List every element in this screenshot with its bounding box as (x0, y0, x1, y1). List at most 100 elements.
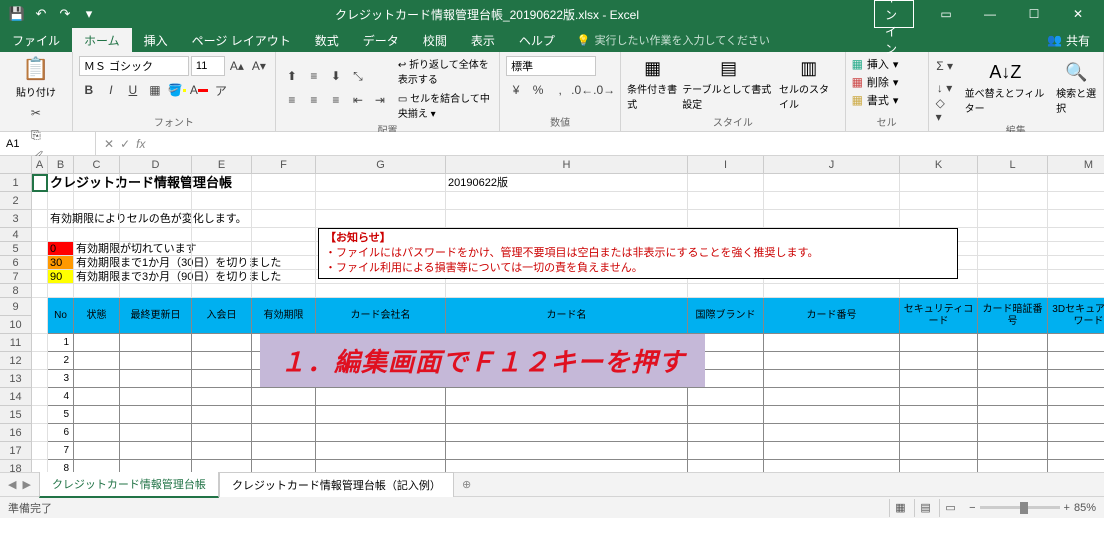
cell[interactable] (1048, 228, 1104, 242)
cell[interactable] (48, 284, 74, 298)
table-row-no[interactable]: 8 (48, 460, 74, 472)
col-head-E[interactable]: E (192, 156, 252, 174)
table-cell[interactable] (192, 388, 252, 406)
cell[interactable] (1048, 270, 1104, 284)
merge-cells[interactable]: ▭ セルを結合して中央揃え ▾ (398, 90, 493, 120)
table-header[interactable]: 最終更新日 (120, 298, 192, 334)
table-row-no[interactable]: 2 (48, 352, 74, 370)
table-cell[interactable] (978, 388, 1048, 406)
table-cell[interactable] (120, 334, 192, 352)
table-cell[interactable] (978, 424, 1048, 442)
table-cell[interactable] (1048, 406, 1104, 424)
table-cell[interactable] (900, 424, 978, 442)
table-cell[interactable] (688, 460, 764, 472)
table-cell[interactable] (252, 460, 316, 472)
table-cell[interactable] (252, 442, 316, 460)
table-header[interactable]: 国際ブランド (688, 298, 764, 334)
col-head-A[interactable]: A (32, 156, 48, 174)
table-cell[interactable] (1048, 370, 1104, 388)
cell[interactable] (1048, 284, 1104, 298)
table-cell[interactable] (316, 442, 446, 460)
table-cell[interactable] (1048, 352, 1104, 370)
cell[interactable] (688, 192, 764, 210)
tab-data[interactable]: データ (351, 28, 411, 52)
spreadsheet-grid[interactable]: ABCDEFGHIJKLMNOP 12345678910111213141516… (0, 156, 1104, 472)
col-head-B[interactable]: B (48, 156, 74, 174)
table-cell[interactable] (446, 460, 688, 472)
cell[interactable] (192, 192, 252, 210)
number-format-input[interactable] (506, 56, 596, 76)
table-header[interactable]: 入会日 (192, 298, 252, 334)
cell[interactable]: 有効期限まで1か月（30日）を切りました (74, 256, 120, 270)
table-cell[interactable] (900, 370, 978, 388)
table-cell[interactable] (764, 424, 900, 442)
tab-formulas[interactable]: 数式 (303, 28, 351, 52)
cell[interactable] (32, 284, 48, 298)
cell[interactable] (978, 242, 1048, 256)
cell[interactable] (32, 228, 48, 242)
cell[interactable] (764, 210, 900, 228)
cell[interactable] (688, 284, 764, 298)
table-cell[interactable] (120, 370, 192, 388)
row-head-3[interactable]: 3 (0, 210, 32, 228)
cell[interactable] (446, 284, 688, 298)
cell[interactable] (764, 192, 900, 210)
table-cell[interactable] (978, 442, 1048, 460)
indent-increase-icon[interactable]: ⇥ (370, 90, 390, 110)
cell[interactable] (120, 210, 192, 228)
col-head-J[interactable]: J (764, 156, 900, 174)
table-cell[interactable] (192, 460, 252, 472)
table-header[interactable]: No (48, 298, 74, 334)
table-cell[interactable] (120, 460, 192, 472)
share-button[interactable]: 👥共有 (1033, 28, 1104, 52)
cell[interactable] (32, 424, 48, 442)
cell[interactable]: 20190622版 (446, 174, 688, 192)
sort-filter[interactable]: A↓Z並べ替えとフィルター (965, 62, 1047, 115)
cell[interactable]: 有効期限まで3か月（90日）を切りました (74, 270, 120, 284)
table-cell[interactable] (192, 334, 252, 352)
table-cell[interactable] (978, 406, 1048, 424)
cell[interactable] (74, 174, 120, 192)
cell[interactable] (192, 270, 252, 284)
row-head-15[interactable]: 15 (0, 406, 32, 424)
autosum-icon[interactable]: Σ ▾ (935, 56, 955, 76)
cell[interactable] (32, 270, 48, 284)
table-cell[interactable] (688, 388, 764, 406)
tab-insert[interactable]: 挿入 (132, 28, 180, 52)
cell[interactable] (446, 192, 688, 210)
cut-icon[interactable]: ✂ (26, 103, 46, 123)
table-cell[interactable] (1048, 442, 1104, 460)
cell[interactable] (252, 242, 316, 256)
cell[interactable] (74, 284, 120, 298)
cell[interactable] (192, 284, 252, 298)
table-header[interactable]: カード名 (446, 298, 688, 334)
table-cell[interactable] (446, 424, 688, 442)
cell[interactable] (900, 174, 978, 192)
wrap-text[interactable]: ↩ 折り返して全体を表示する (398, 56, 493, 86)
tab-home[interactable]: ホーム (72, 28, 132, 52)
table-cell[interactable] (764, 388, 900, 406)
cell[interactable] (32, 370, 48, 388)
cell[interactable] (1048, 174, 1104, 192)
format-as-table[interactable]: ▤テーブルとして書式設定 (682, 58, 775, 111)
cell[interactable]: 30 (48, 256, 74, 270)
col-head-M[interactable]: M (1048, 156, 1104, 174)
page-layout-icon[interactable]: ▤ (914, 499, 936, 517)
table-cell[interactable] (978, 460, 1048, 472)
row-head-10[interactable]: 10 (0, 316, 32, 334)
col-head-I[interactable]: I (688, 156, 764, 174)
table-cell[interactable] (900, 406, 978, 424)
cell[interactable] (316, 192, 446, 210)
table-cell[interactable] (764, 370, 900, 388)
cell[interactable] (978, 256, 1048, 270)
cell[interactable] (978, 284, 1048, 298)
cell[interactable] (978, 210, 1048, 228)
cell[interactable]: 0 (48, 242, 74, 256)
cell[interactable] (252, 256, 316, 270)
zoom-level[interactable]: 85% (1074, 502, 1096, 514)
align-right-icon[interactable]: ≡ (326, 90, 346, 110)
find-select[interactable]: 🔍検索と選択 (1056, 62, 1097, 115)
minimize-icon[interactable]: — (970, 0, 1010, 28)
cell[interactable] (120, 174, 192, 192)
cell[interactable] (446, 210, 688, 228)
